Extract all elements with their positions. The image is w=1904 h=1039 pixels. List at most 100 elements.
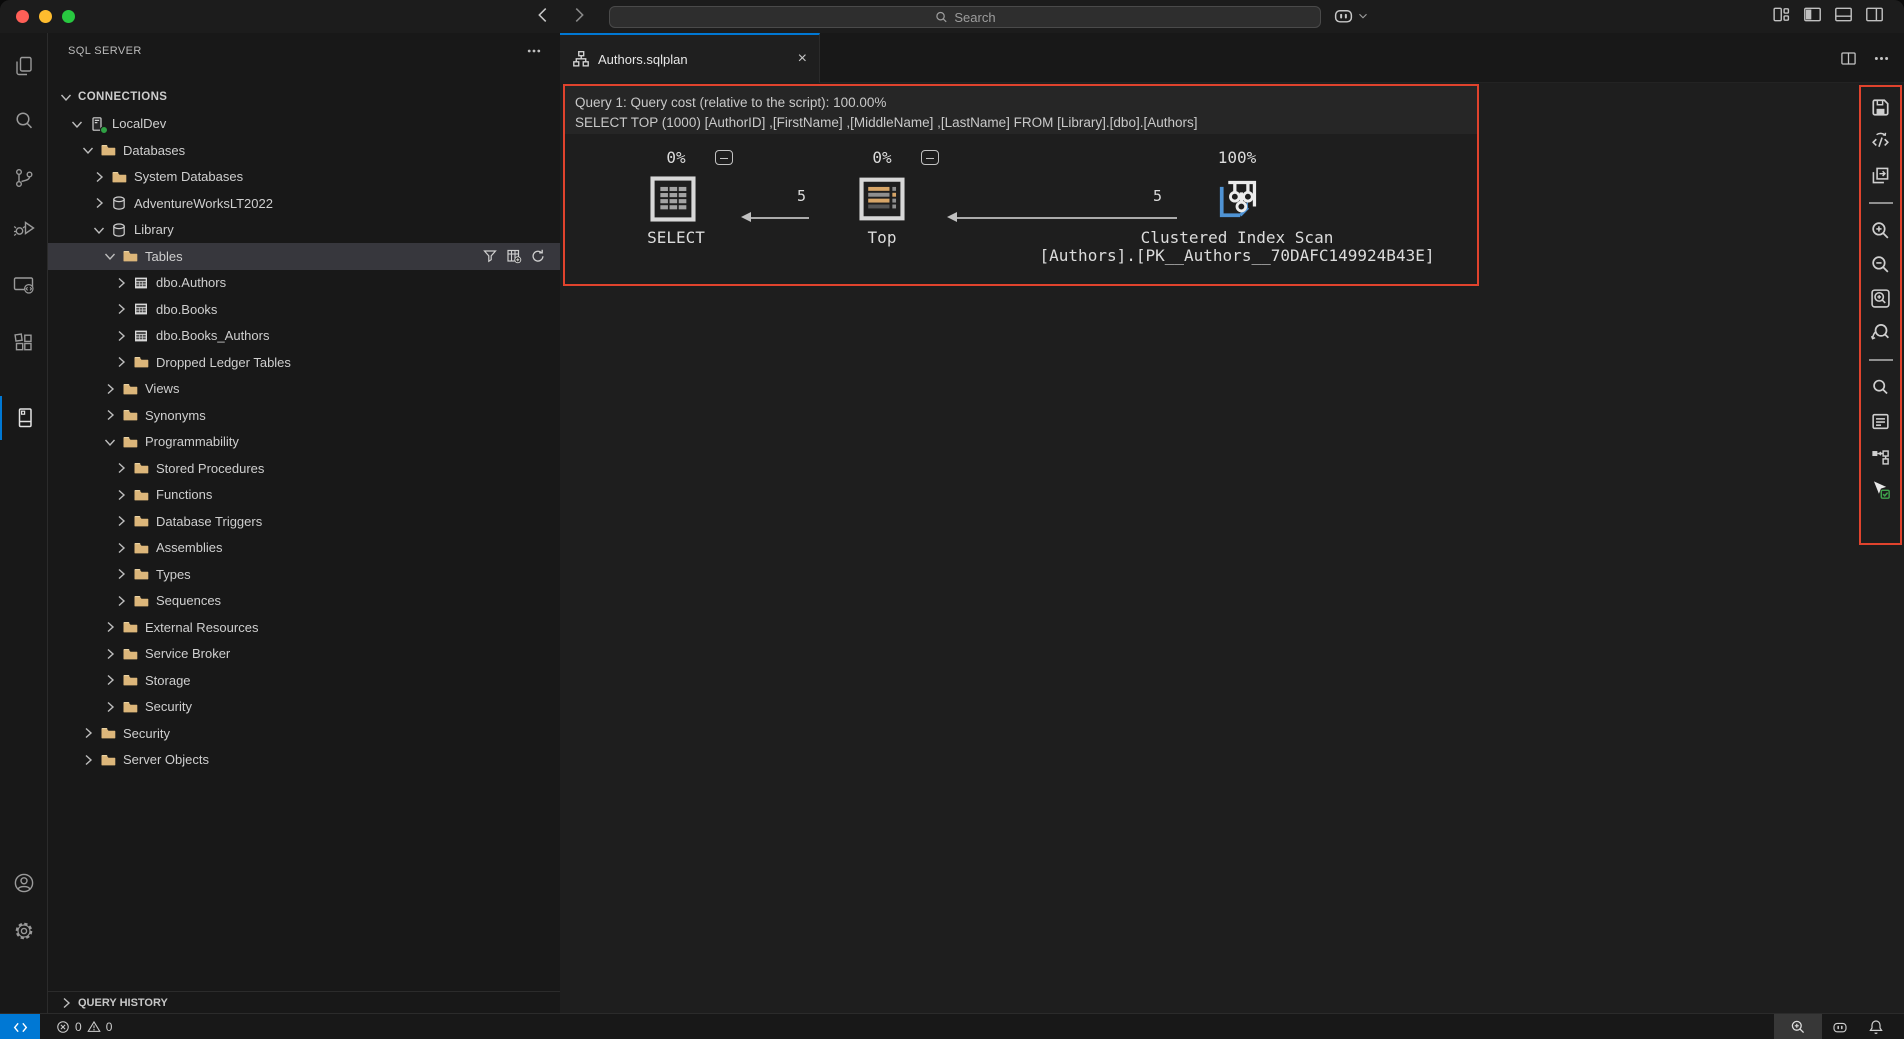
- chevron-right-icon[interactable]: [102, 381, 118, 397]
- zoom-to-fit-icon[interactable]: [1870, 288, 1891, 309]
- chevron-down-icon[interactable]: [102, 248, 118, 264]
- chevron-right-icon[interactable]: [91, 169, 107, 185]
- copilot-menu[interactable]: [1333, 5, 1370, 26]
- properties-icon[interactable]: [1870, 411, 1891, 432]
- tree-item-stored-procedures[interactable]: Stored Procedures: [48, 455, 560, 482]
- chevron-right-icon[interactable]: [102, 646, 118, 662]
- more-actions-icon[interactable]: [526, 43, 542, 59]
- split-editor-icon[interactable]: [1840, 50, 1857, 67]
- tree-item-types[interactable]: Types: [48, 561, 560, 588]
- chevron-right-icon[interactable]: [113, 566, 129, 582]
- refresh-icon[interactable]: [530, 248, 546, 264]
- chevron-right-icon[interactable]: [102, 699, 118, 715]
- maximize-window-button[interactable]: [62, 10, 75, 23]
- customize-layout-icon[interactable]: [1772, 5, 1791, 24]
- collapse-node-button[interactable]: [921, 150, 939, 165]
- chevron-down-icon[interactable]: [91, 222, 107, 238]
- highlight-expensive-operation-icon[interactable]: [1870, 445, 1891, 466]
- chevron-right-icon[interactable]: [80, 725, 96, 741]
- tree-item-adventureworkslt2022[interactable]: AdventureWorksLT2022: [48, 190, 560, 217]
- copilot-status-button[interactable]: [1822, 1014, 1858, 1039]
- tree-item-system-databases[interactable]: System Databases: [48, 164, 560, 191]
- remote-indicator[interactable]: [0, 1014, 40, 1039]
- tree-item-synonyms[interactable]: Synonyms: [48, 402, 560, 429]
- tree-item-library[interactable]: Library: [48, 217, 560, 244]
- chevron-right-icon[interactable]: [113, 275, 129, 291]
- tree-item-programmability[interactable]: Programmability: [48, 429, 560, 456]
- edge-top-to-select[interactable]: [747, 217, 809, 219]
- tree-item-dbo-authors[interactable]: dbo.Authors: [48, 270, 560, 297]
- chevron-down-icon[interactable]: [69, 116, 85, 132]
- tree-item-security-db[interactable]: Security: [48, 694, 560, 721]
- activity-explorer[interactable]: [0, 44, 48, 88]
- activity-remote-explorer[interactable]: [0, 263, 48, 307]
- close-tab-icon[interactable]: ×: [798, 50, 807, 68]
- forward-icon[interactable]: [568, 4, 590, 26]
- activity-accounts[interactable]: [0, 861, 48, 905]
- chevron-right-icon[interactable]: [102, 619, 118, 635]
- tab-authors-sqlplan[interactable]: Authors.sqlplan ×: [560, 33, 820, 83]
- tree-item-functions[interactable]: Functions: [48, 482, 560, 509]
- tree-item-dbo-books[interactable]: dbo.Books: [48, 296, 560, 323]
- more-actions-icon[interactable]: [1873, 50, 1890, 67]
- clustered-index-scan-icon[interactable]: [1214, 176, 1260, 224]
- tree-item-dbo-books-authors[interactable]: dbo.Books_Authors: [48, 323, 560, 350]
- chevron-right-icon[interactable]: [102, 672, 118, 688]
- activity-settings[interactable]: [0, 909, 48, 953]
- activity-sql-server[interactable]: [0, 396, 48, 440]
- problems-status[interactable]: 0 0: [56, 1014, 112, 1039]
- chevron-right-icon[interactable]: [113, 301, 129, 317]
- add-table-icon[interactable]: [506, 248, 522, 264]
- tree-item-sequences[interactable]: Sequences: [48, 588, 560, 615]
- activity-search[interactable]: [0, 99, 48, 143]
- filter-icon[interactable]: [482, 248, 498, 264]
- back-icon[interactable]: [532, 4, 554, 26]
- activity-extensions[interactable]: [0, 321, 48, 365]
- chevron-right-icon[interactable]: [80, 752, 96, 768]
- show-query-xml-icon[interactable]: [1870, 131, 1891, 152]
- chevron-down-icon[interactable]: [58, 89, 74, 105]
- notifications-button[interactable]: [1858, 1014, 1894, 1039]
- tree-item-tables[interactable]: Tables: [48, 243, 560, 270]
- toggle-panel-icon[interactable]: [1834, 5, 1853, 24]
- chevron-right-icon[interactable]: [113, 593, 129, 609]
- tree-item-external-resources[interactable]: External Resources: [48, 614, 560, 641]
- chevron-right-icon[interactable]: [113, 540, 129, 556]
- save-plan-icon[interactable]: [1870, 97, 1891, 118]
- chevron-right-icon[interactable]: [113, 460, 129, 476]
- chevron-right-icon[interactable]: [113, 354, 129, 370]
- chevron-down-icon[interactable]: [80, 142, 96, 158]
- tree-item-service-broker[interactable]: Service Broker: [48, 641, 560, 668]
- zoom-out-icon[interactable]: [1870, 254, 1891, 275]
- tree-item-databases[interactable]: Databases: [48, 137, 560, 164]
- query-plan-canvas[interactable]: Query 1: Query cost (relative to the scr…: [563, 84, 1479, 286]
- zoom-status-button[interactable]: [1774, 1014, 1822, 1039]
- toggle-secondary-sidebar-icon[interactable]: [1865, 5, 1884, 24]
- tree-item-assemblies[interactable]: Assemblies: [48, 535, 560, 562]
- chevron-right-icon[interactable]: [113, 487, 129, 503]
- tree-item-security-server[interactable]: Security: [48, 720, 560, 747]
- open-query-icon[interactable]: [1870, 165, 1891, 186]
- activity-run-debug[interactable]: [0, 206, 48, 250]
- edge-scan-to-top[interactable]: [953, 217, 1177, 219]
- chevron-right-icon[interactable]: [113, 513, 129, 529]
- chevron-right-icon[interactable]: [113, 328, 129, 344]
- tree-item-server-objects[interactable]: Server Objects: [48, 747, 560, 774]
- search-input[interactable]: Search: [609, 6, 1321, 28]
- chevron-right-icon[interactable]: [102, 407, 118, 423]
- top-node-icon[interactable]: [859, 177, 905, 221]
- tree-item-localdev[interactable]: LocalDev: [48, 111, 560, 138]
- tree-item-views[interactable]: Views: [48, 376, 560, 403]
- chevron-right-icon[interactable]: [91, 195, 107, 211]
- custom-zoom-icon[interactable]: [1870, 322, 1891, 343]
- toggle-primary-sidebar-icon[interactable]: [1803, 5, 1822, 24]
- chevron-down-icon[interactable]: [102, 434, 118, 450]
- activity-source-control[interactable]: [0, 156, 48, 200]
- query-history-section[interactable]: QUERY HISTORY: [48, 991, 560, 1013]
- find-node-icon[interactable]: [1870, 377, 1891, 398]
- minimize-window-button[interactable]: [39, 10, 52, 23]
- toggle-tooltips-icon[interactable]: [1870, 479, 1891, 500]
- tree-item-dropped-ledger-tables[interactable]: Dropped Ledger Tables: [48, 349, 560, 376]
- tree-item-database-triggers[interactable]: Database Triggers: [48, 508, 560, 535]
- close-window-button[interactable]: [16, 10, 29, 23]
